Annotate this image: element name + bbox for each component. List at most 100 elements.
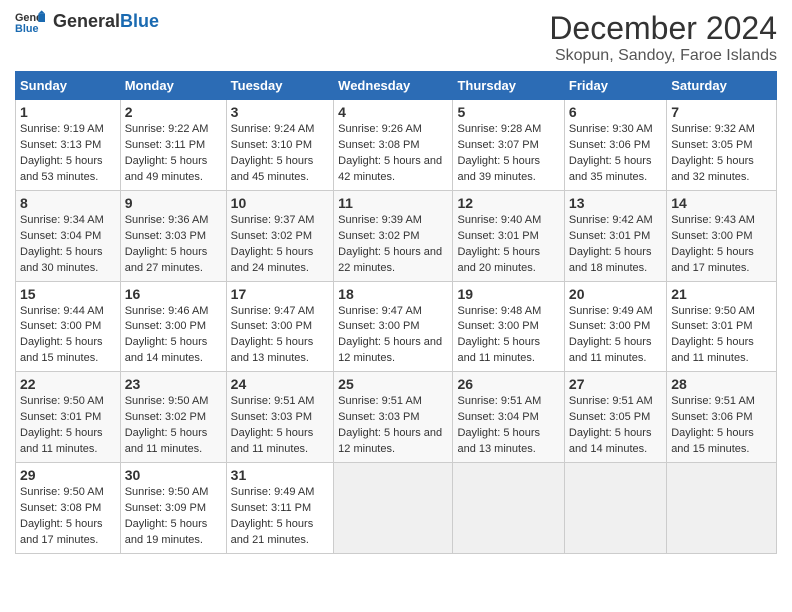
calendar-cell: 25Sunrise: 9:51 AMSunset: 3:03 PMDayligh… [334,372,453,463]
calendar-cell: 6 Sunrise: 9:30 AMSunset: 3:06 PMDaylight… [564,100,666,191]
calendar-cell: 1Sunrise: 9:19 AMSunset: 3:13 PMDaylight… [16,100,121,191]
subtitle: Skopun, Sandoy, Faroe Islands [549,47,777,65]
calendar-cell: 27Sunrise: 9:51 AMSunset: 3:05 PMDayligh… [564,372,666,463]
day-detail: Sunrise: 9:37 AMSunset: 3:02 PMDaylight:… [231,214,315,274]
day-detail: Sunrise: 9:49 AMSunset: 3:00 PMDaylight:… [569,305,653,365]
day-detail: Sunrise: 9:39 AMSunset: 3:02 PMDaylight:… [338,214,442,274]
calendar-cell: 15Sunrise: 9:44 AMSunset: 3:00 PMDayligh… [16,281,121,372]
day-detail: Sunrise: 9:47 AMSunset: 3:00 PMDaylight:… [231,305,315,365]
day-detail: Sunrise: 9:24 AMSunset: 3:10 PMDaylight:… [231,123,315,183]
day-number: 26 [457,376,559,392]
logo-general: General [53,11,120,31]
main-title: December 2024 [549,10,777,47]
calendar-week-row: 8 Sunrise: 9:34 AMSunset: 3:04 PMDaylight… [16,190,777,281]
day-number: 31 [231,467,330,483]
day-detail: Sunrise: 9:50 AMSunset: 3:02 PMDaylight:… [125,395,209,455]
day-number: 21 [671,286,772,302]
calendar-cell: 17 Sunrise: 9:47 AMSunset: 3:00 PMDayligh… [226,281,334,372]
calendar-week-row: 1Sunrise: 9:19 AMSunset: 3:13 PMDaylight… [16,100,777,191]
day-number: 24 [231,376,330,392]
calendar-cell: 8 Sunrise: 9:34 AMSunset: 3:04 PMDaylight… [16,190,121,281]
calendar-cell: 14 Sunrise: 9:43 AMSunset: 3:00 PMDayligh… [667,190,777,281]
calendar-table: SundayMondayTuesdayWednesdayThursdayFrid… [15,71,777,554]
calendar-week-row: 29 Sunrise: 9:50 AMSunset: 3:08 PMDayligh… [16,463,777,554]
calendar-cell: 4 Sunrise: 9:26 AMSunset: 3:08 PMDaylight… [334,100,453,191]
calendar-cell: 7 Sunrise: 9:32 AMSunset: 3:05 PMDaylight… [667,100,777,191]
day-number: 20 [569,286,662,302]
day-number: 18 [338,286,448,302]
day-number: 3 [231,104,330,120]
weekday-header: Wednesday [334,72,453,100]
logo-icon: General Blue [15,10,45,34]
calendar-cell: 2Sunrise: 9:22 AMSunset: 3:11 PMDaylight… [120,100,226,191]
calendar-cell: 31 Sunrise: 9:49 AMSunset: 3:11 PMDayligh… [226,463,334,554]
calendar-cell: 22 Sunrise: 9:50 AMSunset: 3:01 PMDayligh… [16,372,121,463]
day-number: 14 [671,195,772,211]
weekday-header: Thursday [453,72,564,100]
day-number: 22 [20,376,116,392]
day-number: 30 [125,467,222,483]
calendar-cell: 19Sunrise: 9:48 AMSunset: 3:00 PMDayligh… [453,281,564,372]
day-detail: Sunrise: 9:49 AMSunset: 3:11 PMDaylight:… [231,486,315,546]
logo: General Blue General Blue [15,10,159,34]
day-detail: Sunrise: 9:26 AMSunset: 3:08 PMDaylight:… [338,123,442,183]
day-detail: Sunrise: 9:34 AMSunset: 3:04 PMDaylight:… [20,214,104,274]
calendar-cell: 11 Sunrise: 9:39 AMSunset: 3:02 PMDayligh… [334,190,453,281]
day-detail: Sunrise: 9:28 AMSunset: 3:07 PMDaylight:… [457,123,541,183]
title-area: December 2024 Skopun, Sandoy, Faroe Isla… [549,10,777,65]
day-detail: Sunrise: 9:30 AMSunset: 3:06 PMDaylight:… [569,123,653,183]
calendar-cell: 13 Sunrise: 9:42 AMSunset: 3:01 PMDayligh… [564,190,666,281]
day-detail: Sunrise: 9:50 AMSunset: 3:01 PMDaylight:… [20,395,104,455]
day-number: 15 [20,286,116,302]
day-detail: Sunrise: 9:36 AMSunset: 3:03 PMDaylight:… [125,214,209,274]
day-detail: Sunrise: 9:51 AMSunset: 3:03 PMDaylight:… [338,395,442,455]
calendar-header-row: SundayMondayTuesdayWednesdayThursdayFrid… [16,72,777,100]
day-detail: Sunrise: 9:40 AMSunset: 3:01 PMDaylight:… [457,214,541,274]
day-number: 29 [20,467,116,483]
calendar-cell: 3 Sunrise: 9:24 AMSunset: 3:10 PMDaylight… [226,100,334,191]
calendar-cell [667,463,777,554]
weekday-header: Saturday [667,72,777,100]
weekday-header: Tuesday [226,72,334,100]
weekday-header: Sunday [16,72,121,100]
day-number: 16 [125,286,222,302]
day-detail: Sunrise: 9:51 AMSunset: 3:04 PMDaylight:… [457,395,541,455]
day-detail: Sunrise: 9:50 AMSunset: 3:08 PMDaylight:… [20,486,104,546]
svg-text:Blue: Blue [15,23,38,34]
day-detail: Sunrise: 9:42 AMSunset: 3:01 PMDaylight:… [569,214,653,274]
day-number: 13 [569,195,662,211]
day-number: 11 [338,195,448,211]
day-number: 27 [569,376,662,392]
calendar-cell: 21Sunrise: 9:50 AMSunset: 3:01 PMDayligh… [667,281,777,372]
day-number: 2 [125,104,222,120]
calendar-week-row: 22 Sunrise: 9:50 AMSunset: 3:01 PMDayligh… [16,372,777,463]
day-number: 17 [231,286,330,302]
calendar-week-row: 15Sunrise: 9:44 AMSunset: 3:00 PMDayligh… [16,281,777,372]
day-detail: Sunrise: 9:32 AMSunset: 3:05 PMDaylight:… [671,123,755,183]
day-number: 12 [457,195,559,211]
day-number: 6 [569,104,662,120]
day-detail: Sunrise: 9:51 AMSunset: 3:06 PMDaylight:… [671,395,755,455]
day-detail: Sunrise: 9:46 AMSunset: 3:00 PMDaylight:… [125,305,209,365]
calendar-cell: 16 Sunrise: 9:46 AMSunset: 3:00 PMDayligh… [120,281,226,372]
calendar-cell: 10Sunrise: 9:37 AMSunset: 3:02 PMDayligh… [226,190,334,281]
day-number: 4 [338,104,448,120]
day-number: 28 [671,376,772,392]
calendar-cell [564,463,666,554]
calendar-cell: 26 Sunrise: 9:51 AMSunset: 3:04 PMDayligh… [453,372,564,463]
day-number: 23 [125,376,222,392]
day-detail: Sunrise: 9:47 AMSunset: 3:00 PMDaylight:… [338,305,442,365]
calendar-cell [334,463,453,554]
calendar-cell: 9Sunrise: 9:36 AMSunset: 3:03 PMDaylight… [120,190,226,281]
day-detail: Sunrise: 9:19 AMSunset: 3:13 PMDaylight:… [20,123,104,183]
calendar-cell: 24Sunrise: 9:51 AMSunset: 3:03 PMDayligh… [226,372,334,463]
calendar-cell [453,463,564,554]
calendar-cell: 29 Sunrise: 9:50 AMSunset: 3:08 PMDayligh… [16,463,121,554]
calendar-cell: 5Sunrise: 9:28 AMSunset: 3:07 PMDaylight… [453,100,564,191]
calendar-cell: 30Sunrise: 9:50 AMSunset: 3:09 PMDayligh… [120,463,226,554]
weekday-header: Monday [120,72,226,100]
day-number: 7 [671,104,772,120]
day-number: 8 [20,195,116,211]
day-number: 19 [457,286,559,302]
day-detail: Sunrise: 9:43 AMSunset: 3:00 PMDaylight:… [671,214,755,274]
